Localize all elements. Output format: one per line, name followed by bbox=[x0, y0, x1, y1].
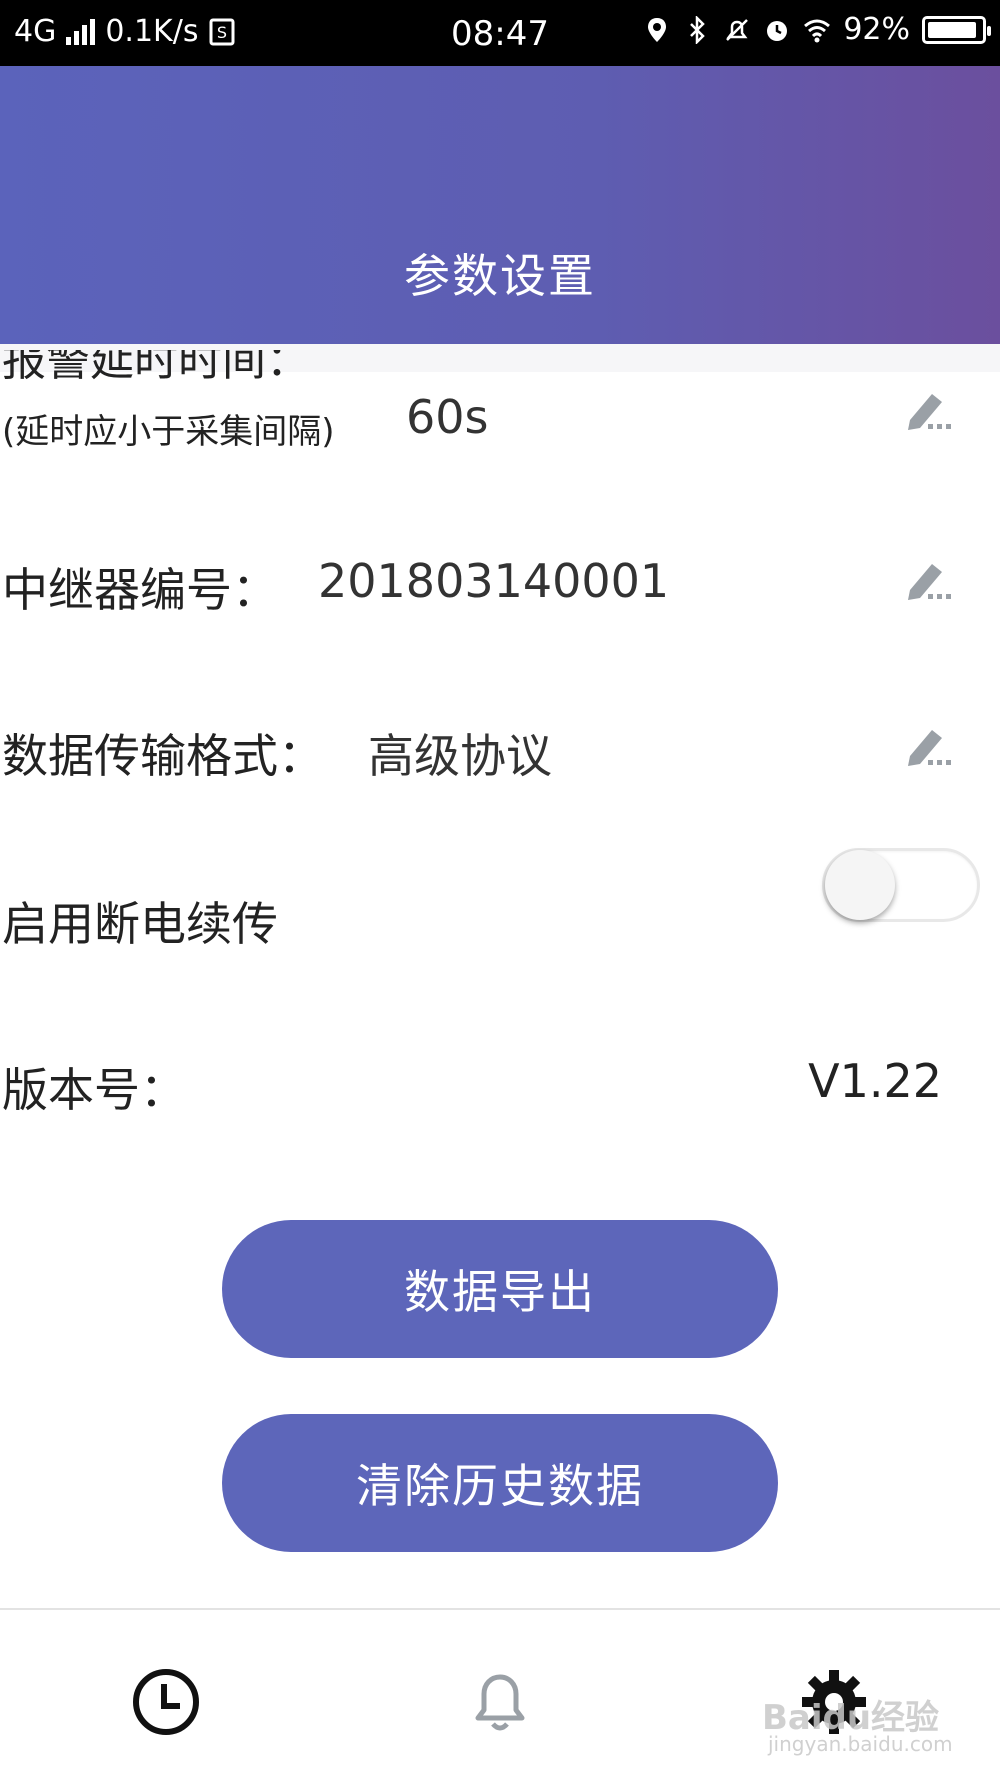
watermark-url: jingyan.baidu.com bbox=[768, 1732, 953, 1756]
setting-row-transfer-format[interactable]: 数据传输格式： 高级协议 bbox=[0, 716, 1000, 786]
battery-fill bbox=[928, 21, 976, 38]
relay-id-value: 201803140001 bbox=[318, 554, 670, 608]
app-header: 参数设置 bbox=[0, 66, 1000, 344]
transfer-format-value: 高级协议 bbox=[368, 729, 552, 783]
alarm-delay-value: 60s bbox=[406, 390, 489, 444]
alarm-delay-note: (延时应小于采集间隔) bbox=[2, 412, 335, 452]
toggle-knob bbox=[825, 850, 895, 920]
alarm-delay-label: 报警延时时间： bbox=[2, 350, 310, 384]
edit-relay-id-icon[interactable] bbox=[902, 552, 958, 608]
version-label: 版本号： bbox=[2, 1063, 186, 1117]
clock-icon bbox=[133, 1669, 199, 1735]
battery-icon bbox=[922, 15, 991, 44]
alarm-delay-label-clipped: 报警延时时间： bbox=[2, 350, 502, 384]
power-resume-label: 启用断电续传 bbox=[2, 897, 278, 951]
edit-alarm-delay-icon[interactable] bbox=[902, 382, 958, 438]
bell-icon bbox=[475, 1674, 525, 1731]
status-right: 92% bbox=[643, 12, 991, 47]
setting-row-relay-id[interactable]: 中继器编号： 201803140001 bbox=[0, 550, 1000, 620]
nav-history[interactable] bbox=[126, 1662, 206, 1742]
relay-id-label: 中继器编号： bbox=[2, 563, 278, 617]
alarm-icon bbox=[767, 20, 788, 41]
transfer-format-label: 数据传输格式： bbox=[2, 729, 324, 783]
wifi-icon bbox=[804, 19, 831, 42]
bluetooth-icon bbox=[690, 15, 706, 44]
location-icon bbox=[648, 17, 667, 42]
battery-percent: 92% bbox=[843, 12, 910, 47]
setting-row-version: 版本号： V1.22 bbox=[0, 1050, 1000, 1120]
export-data-button[interactable]: 数据导出 bbox=[222, 1220, 778, 1358]
nav-alerts[interactable] bbox=[460, 1662, 540, 1742]
setting-row-alarm-delay[interactable]: (延时应小于采集间隔) 60s bbox=[0, 372, 1000, 482]
version-value: V1.22 bbox=[808, 1054, 942, 1108]
status-bar: 4G 0.1K/s S 08:47 92% bbox=[0, 0, 1000, 66]
edit-transfer-format-icon[interactable] bbox=[902, 718, 958, 774]
power-resume-toggle[interactable] bbox=[822, 848, 980, 922]
mute-bell-icon bbox=[726, 18, 749, 41]
page-title: 参数设置 bbox=[404, 249, 596, 303]
clear-history-button[interactable]: 清除历史数据 bbox=[222, 1414, 778, 1552]
